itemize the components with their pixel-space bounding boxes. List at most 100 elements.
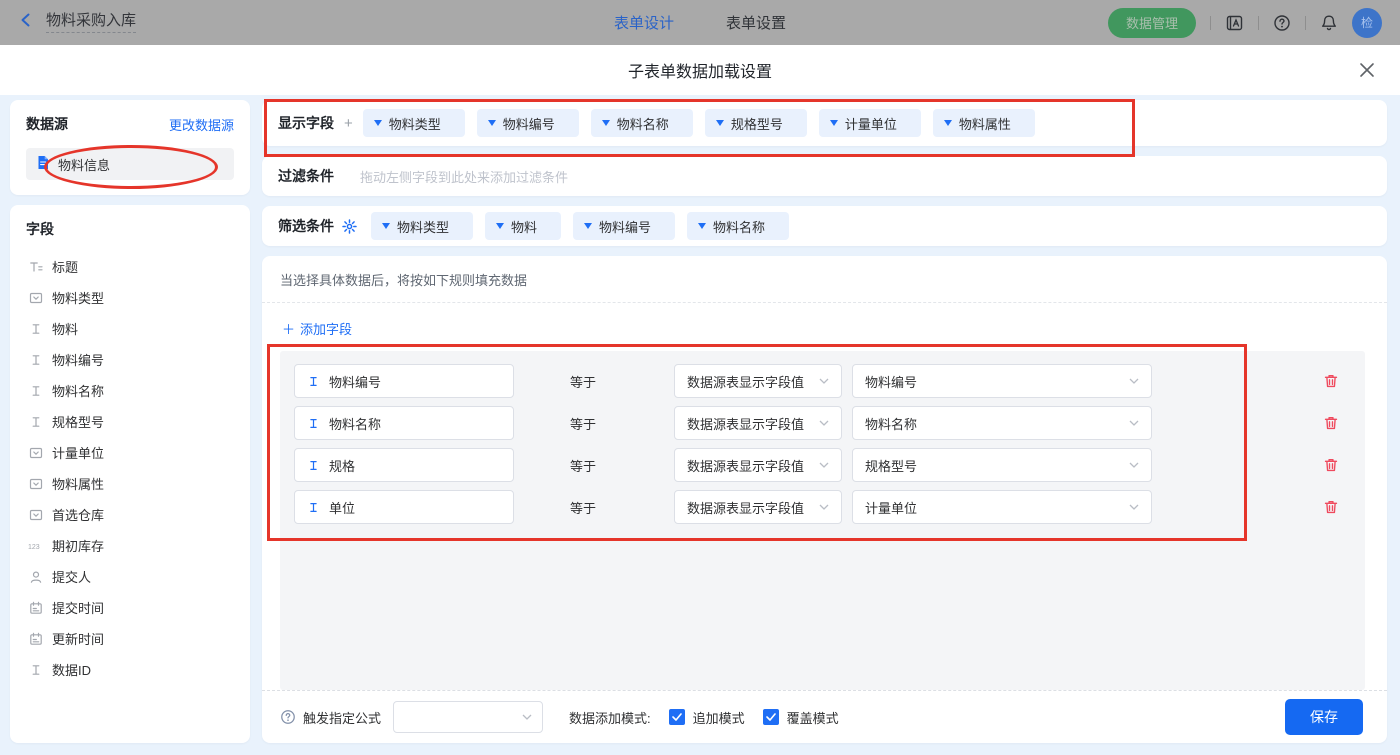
- datasource-item[interactable]: 物料信息: [26, 148, 234, 180]
- delete-rule-button[interactable]: [1323, 373, 1339, 389]
- help-circle-icon[interactable]: [280, 709, 296, 725]
- back-button[interactable]: [18, 12, 34, 33]
- screen-field-tag[interactable]: 物料: [485, 212, 562, 240]
- delete-rule-button[interactable]: [1323, 499, 1339, 515]
- display-fields-label: 显示字段: [278, 115, 334, 131]
- field-item-user[interactable]: 提交人: [26, 561, 234, 592]
- chevron-down-icon: [819, 420, 829, 426]
- rule-source-select[interactable]: 数据源表显示字段值: [674, 490, 842, 524]
- field-label: 物料属性: [52, 477, 105, 492]
- rule-target-field[interactable]: 物料编号: [294, 364, 514, 398]
- close-icon[interactable]: [1358, 61, 1376, 79]
- rule-value-select[interactable]: 规格型号: [852, 448, 1152, 482]
- tab-form-settings[interactable]: 表单设置: [726, 12, 786, 33]
- bell-icon[interactable]: [1320, 14, 1338, 32]
- display-field-tag[interactable]: 物料类型: [362, 109, 465, 137]
- tag-label: 规格型号: [730, 116, 783, 132]
- save-button[interactable]: 保存: [1285, 699, 1363, 735]
- divider: [1210, 15, 1211, 30]
- formula-select[interactable]: [393, 701, 544, 733]
- display-field-tag[interactable]: 物料名称: [590, 109, 693, 137]
- overwrite-mode-checkbox[interactable]: 覆盖模式: [762, 708, 839, 727]
- field-label: 首选仓库: [52, 508, 105, 523]
- change-datasource-link[interactable]: 更改数据源: [169, 115, 234, 134]
- filter-label: 过滤条件: [278, 168, 334, 184]
- rule-source-select[interactable]: 数据源表显示字段值: [674, 364, 842, 398]
- field-item-date[interactable]: 更新时间: [26, 623, 234, 654]
- checkbox-label: 追加模式: [692, 710, 745, 726]
- add-field-label: 添加字段: [300, 322, 353, 337]
- append-mode-checkbox[interactable]: 追加模式: [668, 708, 745, 727]
- tag-label: 物料属性: [958, 116, 1011, 132]
- tab-form-design[interactable]: 表单设计: [614, 12, 674, 33]
- rule-value-select[interactable]: 计量单位: [852, 490, 1152, 524]
- rule-operator: 等于: [570, 500, 597, 516]
- field-item-input[interactable]: 数据ID: [26, 654, 234, 685]
- chevron-down-icon: [522, 714, 532, 720]
- field-label: 物料名称: [52, 384, 105, 399]
- modal-body: 数据源 更改数据源 物料信息 字段 标题 物料类型 物料 物料编号 物料名称 规…: [0, 95, 1400, 755]
- rule-source-select[interactable]: 数据源表显示字段值: [674, 448, 842, 482]
- display-field-tag[interactable]: 计量单位: [818, 109, 921, 137]
- field-item-number[interactable]: 123 期初库存: [26, 530, 234, 561]
- data-manage-button[interactable]: 数据管理: [1107, 7, 1196, 38]
- display-field-tag[interactable]: 物料属性: [932, 109, 1035, 137]
- rule-row: 物料名称 等于 数据源表显示字段值 物料名称: [294, 406, 1351, 440]
- filter-bar[interactable]: 过滤条件 拖动左侧字段到此处来添加过滤条件: [262, 156, 1387, 196]
- field-label: 计量单位: [52, 446, 105, 461]
- tag-label: 物料编号: [502, 116, 555, 132]
- add-display-field-button[interactable]: +: [344, 115, 353, 132]
- field-item-select[interactable]: 计量单位: [26, 437, 234, 468]
- rule-operator: 等于: [570, 374, 597, 390]
- field-item-input[interactable]: 规格型号: [26, 406, 234, 437]
- input-field-icon: [310, 376, 317, 386]
- checkbox-checked-icon: [668, 709, 685, 725]
- number-field-icon: 123: [28, 539, 43, 553]
- rule-field-label: 单位: [329, 500, 356, 516]
- rule-value-select[interactable]: 物料编号: [852, 364, 1152, 398]
- checkbox-checked-icon: [762, 709, 779, 725]
- rule-source-select[interactable]: 数据源表显示字段值: [674, 406, 842, 440]
- select-value: 物料名称: [865, 416, 918, 432]
- rule-field-label: 物料编号: [329, 374, 382, 390]
- field-label: 提交人: [52, 570, 92, 585]
- field-label: 提交时间: [52, 601, 105, 616]
- field-item-select[interactable]: 首选仓库: [26, 499, 234, 530]
- rule-target-field[interactable]: 单位: [294, 490, 514, 524]
- datasource-item-label: 物料信息: [58, 157, 111, 173]
- gear-icon[interactable]: [342, 218, 357, 234]
- delete-rule-button[interactable]: [1323, 415, 1339, 431]
- svg-text:123: 123: [28, 543, 40, 550]
- field-item-input[interactable]: 物料编号: [26, 344, 234, 375]
- field-item-title[interactable]: 标题: [26, 251, 234, 282]
- field-item-date[interactable]: 提交时间: [26, 592, 234, 623]
- delete-rule-button[interactable]: [1323, 457, 1339, 473]
- select-value: 计量单位: [865, 500, 918, 516]
- add-field-link[interactable]: ＋ 添加字段: [282, 319, 352, 338]
- display-field-tag[interactable]: 规格型号: [704, 109, 807, 137]
- caret-down-icon: [698, 223, 707, 229]
- avatar[interactable]: 检: [1352, 7, 1382, 38]
- rule-value-select[interactable]: 物料名称: [852, 406, 1152, 440]
- display-field-tag[interactable]: 物料编号: [476, 109, 579, 137]
- screen-field-tag[interactable]: 物料编号: [573, 212, 676, 240]
- field-label: 期初库存: [52, 539, 105, 554]
- rule-row: 物料编号 等于 数据源表显示字段值 物料编号: [294, 364, 1351, 398]
- docs-book-icon[interactable]: [1225, 14, 1244, 32]
- rule-target-field[interactable]: 物料名称: [294, 406, 514, 440]
- field-item-input[interactable]: 物料名称: [26, 375, 234, 406]
- field-label: 物料: [52, 322, 79, 337]
- rules-panel: 物料编号 等于 数据源表显示字段值 物料编号 物料名称 等于 数据源表显示字段值…: [280, 351, 1365, 690]
- fill-rules-header: 当选择具体数据后，将按如下规则填充数据: [262, 256, 1387, 303]
- select-field-icon: [28, 508, 43, 522]
- caret-down-icon: [487, 120, 496, 126]
- field-label: 物料类型: [52, 291, 105, 306]
- rule-target-field[interactable]: 规格: [294, 448, 514, 482]
- field-item-select[interactable]: 物料属性: [26, 468, 234, 499]
- field-item-input[interactable]: 物料: [26, 313, 234, 344]
- tag-label: 计量单位: [844, 116, 897, 132]
- help-icon[interactable]: [1273, 14, 1291, 32]
- screen-field-tag[interactable]: 物料名称: [687, 212, 790, 240]
- field-item-select[interactable]: 物料类型: [26, 282, 234, 313]
- screen-field-tag[interactable]: 物料类型: [371, 212, 474, 240]
